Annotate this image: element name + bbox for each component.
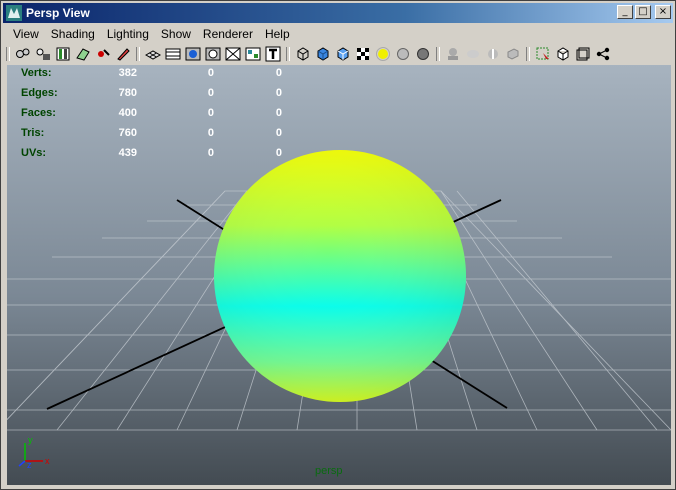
menu-view[interactable]: View (3, 25, 45, 43)
maximize-button[interactable]: □ (635, 5, 651, 19)
xray-icon[interactable] (464, 45, 482, 63)
toolbar-separator (436, 47, 440, 61)
screen-space-ao-icon[interactable] (414, 45, 432, 63)
menu-renderer[interactable]: Renderer (197, 25, 259, 43)
camera-attributes-icon[interactable] (34, 45, 52, 63)
bookmarks-icon[interactable] (54, 45, 72, 63)
hud-value: 0 (207, 147, 214, 159)
safe-action-icon[interactable] (244, 45, 262, 63)
field-chart-icon[interactable] (224, 45, 242, 63)
two-d-pan-zoom-icon[interactable] (94, 45, 112, 63)
hud-row: UVs: 439 0 0 (21, 147, 282, 167)
title-bar[interactable]: Persp View _ □ × (3, 3, 673, 23)
hud-row: Faces: 400 0 0 (21, 107, 282, 127)
view-axis-gizmo: y x z (18, 435, 50, 469)
hud-row: Verts: 382 0 0 (21, 67, 282, 87)
viewport-3d[interactable]: Verts: 382 0 0 Edges: 780 0 0 Faces: 400… (7, 65, 671, 485)
panel-toolbar (3, 44, 673, 64)
grease-pencil-icon[interactable] (114, 45, 132, 63)
hud-value: 0 (275, 67, 282, 79)
menu-shading[interactable]: Shading (45, 25, 101, 43)
hud-value: 780 (118, 87, 137, 99)
axis-z-label: z (27, 460, 32, 469)
hud-row: Tris: 760 0 0 (21, 127, 282, 147)
select-component-icon[interactable] (534, 45, 552, 63)
menu-show[interactable]: Show (155, 25, 197, 43)
hud-value: 0 (275, 87, 282, 99)
toolbar-separator (526, 47, 530, 61)
sphere-mesh (214, 150, 466, 402)
hud-value: 0 (207, 87, 214, 99)
hud-value: 760 (118, 127, 137, 139)
gate-mask-icon[interactable] (204, 45, 222, 63)
hud-value: 0 (207, 107, 214, 119)
menu-help[interactable]: Help (259, 25, 296, 43)
isolate-select-icon[interactable] (444, 45, 462, 63)
hud-value: 0 (275, 107, 282, 119)
hud-value: 400 (118, 107, 137, 119)
display-cube-icon[interactable] (554, 45, 572, 63)
hud-value: 439 (118, 147, 137, 159)
grid-icon[interactable] (144, 45, 162, 63)
image-plane-icon[interactable] (74, 45, 92, 63)
resolution-gate-icon[interactable] (184, 45, 202, 63)
hud-row: Edges: 780 0 0 (21, 87, 282, 107)
minimize-button[interactable]: _ (617, 5, 633, 19)
hud-label: Edges: (21, 87, 58, 99)
xray-components-icon[interactable] (504, 45, 522, 63)
hud-value: 0 (275, 127, 282, 139)
share-nodes-icon[interactable] (594, 45, 612, 63)
poly-count-hud: Verts: 382 0 0 Edges: 780 0 0 Faces: 400… (21, 67, 282, 167)
toolbar-separator (286, 47, 290, 61)
use-all-lights-icon[interactable] (374, 45, 392, 63)
smooth-shade-icon[interactable] (314, 45, 332, 63)
textured-icon[interactable] (354, 45, 372, 63)
select-camera-icon[interactable] (14, 45, 32, 63)
toolbar-separator (6, 47, 10, 61)
toolbar-separator (136, 47, 140, 61)
close-button[interactable]: × (655, 5, 671, 19)
menu-bar: View Shading Lighting Show Renderer Help (3, 25, 673, 43)
camera-name-label: persp (315, 465, 343, 477)
hud-value: 0 (207, 127, 214, 139)
axis-y-label: y (28, 435, 33, 445)
hud-label: UVs: (21, 147, 47, 159)
menu-lighting[interactable]: Lighting (101, 25, 155, 43)
persp-view-window: Persp View _ □ × View Shading Lighting S… (0, 0, 676, 490)
maya-app-icon (6, 5, 22, 21)
film-gate-icon[interactable] (164, 45, 182, 63)
safe-title-icon[interactable] (264, 45, 282, 63)
axis-x-label: x (45, 456, 50, 466)
wireframe-icon[interactable] (294, 45, 312, 63)
hud-label: Verts: (21, 67, 52, 79)
window-title: Persp View (26, 6, 90, 20)
hud-value: 0 (207, 67, 214, 79)
display-frame-icon[interactable] (574, 45, 592, 63)
wireframe-on-shaded-icon[interactable] (334, 45, 352, 63)
hud-label: Tris: (21, 127, 45, 139)
hud-value: 382 (118, 67, 137, 79)
hud-value: 0 (275, 147, 282, 159)
xray-joints-icon[interactable] (484, 45, 502, 63)
hud-label: Faces: (21, 107, 56, 119)
shadows-icon[interactable] (394, 45, 412, 63)
